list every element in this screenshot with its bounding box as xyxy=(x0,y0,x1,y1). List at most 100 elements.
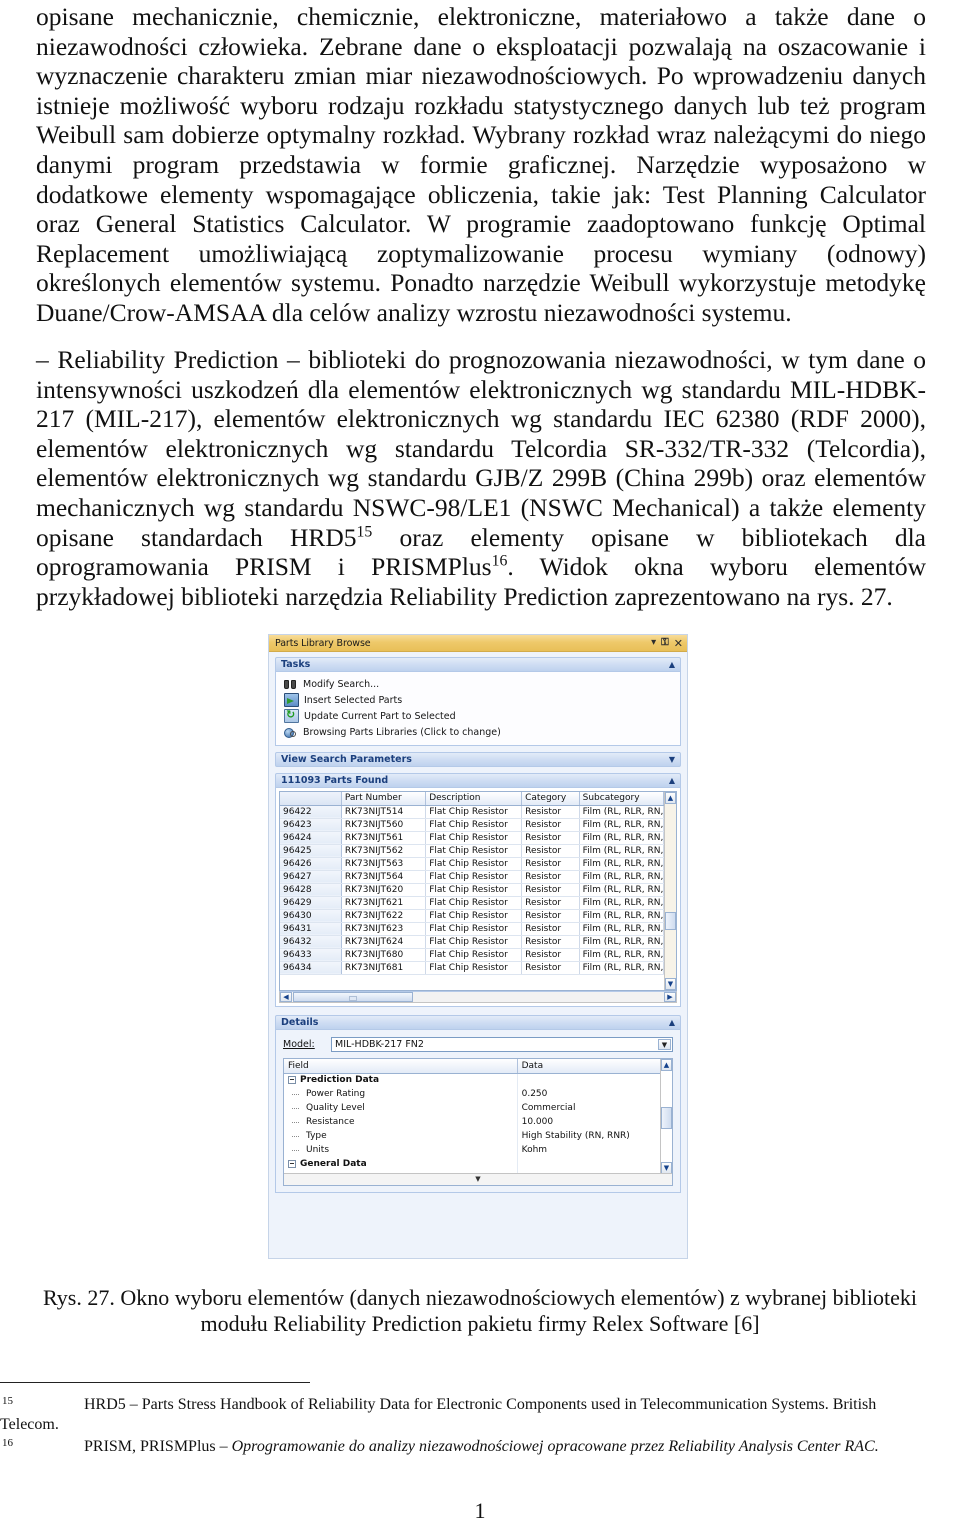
details-field-grid[interactable]: Field Data Prediction Data Power Rating 0.… xyxy=(283,1058,673,1186)
field-data-cell: 0.250 xyxy=(521,1089,548,1099)
table-cell: Flat Chip Resistor xyxy=(425,857,523,871)
table-cell: 96429 xyxy=(280,896,342,910)
tree-leaf-row[interactable]: Resistance 10.000 xyxy=(284,1115,660,1129)
col-header-category[interactable]: Category xyxy=(521,792,580,806)
table-row[interactable]: 96431 RK73NIJT623 Flat Chip Resistor Resist… xyxy=(280,922,664,936)
field-data-cell: High Stability (RN, RNR) xyxy=(521,1131,630,1141)
table-cell: Film (RL, RLR, RN, R... xyxy=(579,961,664,975)
scrollbar-thumb[interactable] xyxy=(293,992,413,1002)
chevron-right-icon[interactable]: ▶ xyxy=(664,992,676,1002)
model-select[interactable]: MIL-HDBK-217 FN2 ▼ xyxy=(331,1037,673,1052)
col-header-data[interactable]: Data xyxy=(517,1059,660,1074)
col-header-subcategory[interactable]: Subcategory xyxy=(579,792,664,806)
table-row[interactable]: 96427 RK73NIJT564 Flat Chip Resistor Resist… xyxy=(280,870,664,884)
table-cell: 96430 xyxy=(280,909,342,923)
field-data-cell xyxy=(517,1157,660,1171)
col-header-field[interactable]: Field xyxy=(284,1059,518,1074)
field-name-cell: Prediction Data xyxy=(284,1073,518,1087)
footnote-16: 16 PRISM, PRISMPlus – Oprogramowanie do … xyxy=(0,1437,950,1457)
table-row[interactable]: 96430 RK73NIJT622 Flat Chip Resistor Resist… xyxy=(280,909,664,923)
table-cell: Flat Chip Resistor xyxy=(425,844,523,858)
parts-grid-horizontal-scrollbar[interactable]: ◀ ▶ xyxy=(279,991,677,1003)
parts-found-label: 111093 Parts Found xyxy=(281,775,389,786)
chevron-down-icon[interactable]: ▾ xyxy=(651,638,656,648)
footnote-number: 16 xyxy=(2,1437,13,1449)
table-cell: Resistor xyxy=(521,818,580,832)
table-cell: 96427 xyxy=(280,870,342,884)
collapse-expander-icon[interactable] xyxy=(288,1075,296,1084)
table-cell: RK73NIJT681 xyxy=(341,961,427,975)
task-label: Insert Selected Parts xyxy=(304,694,403,706)
tasks-section-body: Modify Search... Insert Selected Parts U… xyxy=(275,672,681,746)
table-row[interactable]: 96428 RK73NIJT620 Flat Chip Resistor Resist… xyxy=(280,883,664,897)
tree-group-row[interactable]: General Data xyxy=(284,1157,660,1171)
table-cell: 96432 xyxy=(280,935,342,949)
task-browsing-parts-libraries[interactable]: Browsing Parts Libraries (Click to chang… xyxy=(284,724,678,740)
tree-leaf-row[interactable]: Power Rating 0.250 xyxy=(284,1087,660,1101)
close-icon[interactable]: ✕ xyxy=(674,638,683,649)
table-cell: Flat Chip Resistor xyxy=(425,883,523,897)
page-number: 1 xyxy=(474,1498,486,1523)
chevron-up-icon[interactable]: ▲ xyxy=(669,776,675,785)
details-vertical-scrollbar[interactable]: ▲ ▼ xyxy=(660,1059,672,1174)
task-update-current-part[interactable]: Update Current Part to Selected xyxy=(284,708,678,724)
chevron-up-icon[interactable]: ▲ xyxy=(661,1059,672,1071)
table-row[interactable]: 96434 RK73NIJT681 Flat Chip Resistor Resist… xyxy=(280,961,664,975)
col-header-index[interactable] xyxy=(280,792,342,806)
field-name-cell: General Data xyxy=(284,1157,518,1171)
chevron-up-icon[interactable]: ▲ xyxy=(669,1018,675,1027)
table-cell: Resistor xyxy=(521,909,580,923)
pin-icon[interactable]: ⚿ xyxy=(661,638,669,648)
table-row[interactable]: 96423 RK73NIJT560 Flat Chip Resistor Resist… xyxy=(280,818,664,832)
paragraph-2-segment-1: – Reliability Prediction – biblioteki do… xyxy=(36,345,926,552)
table-cell: Resistor xyxy=(521,857,580,871)
model-row: Model: MIL-HDBK-217 FN2 ▼ xyxy=(283,1037,673,1052)
parts-grid-vertical-scrollbar[interactable]: ▲ ▼ xyxy=(664,792,676,990)
model-label: Model: xyxy=(283,1039,331,1050)
chevron-left-icon[interactable]: ◀ xyxy=(280,992,292,1002)
collapse-expander-icon[interactable] xyxy=(288,1159,296,1168)
footnote-text: HRD5 – Parts Stress Handbook of Reliabil… xyxy=(84,1396,877,1413)
details-table: Field Data Prediction Data Power Rating 0.… xyxy=(284,1059,660,1174)
table-row[interactable]: 96426 RK73NIJT563 Flat Chip Resistor Resist… xyxy=(280,857,664,871)
chevron-down-icon[interactable]: ▼ xyxy=(658,1039,671,1050)
table-cell: RK73NIJT563 xyxy=(341,857,427,871)
chevron-up-icon[interactable]: ▲ xyxy=(669,660,675,669)
scrollbar-thumb[interactable] xyxy=(661,1107,672,1129)
table-row[interactable]: 96425 RK73NIJT562 Flat Chip Resistor Resist… xyxy=(280,844,664,858)
table-row[interactable]: 96429 RK73NIJT621 Flat Chip Resistor Resist… xyxy=(280,896,664,910)
scrollbar-thumb[interactable] xyxy=(665,912,676,930)
task-insert-selected-parts[interactable]: Insert Selected Parts xyxy=(284,692,678,708)
footnote-marker-16: 16 xyxy=(491,552,508,570)
table-row[interactable]: 96433 RK73NIJT680 Flat Chip Resistor Resist… xyxy=(280,948,664,962)
footnote-15: 15 HRD5 – Parts Stress Handbook of Relia… xyxy=(0,1395,950,1433)
col-header-description[interactable]: Description xyxy=(425,792,523,806)
tasks-section-header[interactable]: Tasks ▲ xyxy=(275,657,681,672)
field-name-cell: Power Rating xyxy=(284,1087,518,1101)
details-header-label: Details xyxy=(281,1017,319,1028)
table-row[interactable]: 96432 RK73NIJT624 Flat Chip Resistor Resist… xyxy=(280,935,664,949)
table-cell: 96428 xyxy=(280,883,342,897)
details-section-body: Model: MIL-HDBK-217 FN2 ▼ Field Data Pre… xyxy=(275,1030,681,1193)
parts-grid[interactable]: Part Number Description Category Subcate… xyxy=(279,791,677,991)
details-section-header[interactable]: Details ▲ xyxy=(275,1015,681,1030)
table-cell: 96423 xyxy=(280,818,342,832)
task-modify-search[interactable]: Modify Search... xyxy=(284,676,678,692)
chevron-down-icon[interactable]: ▼ xyxy=(665,978,676,990)
details-bottom-scroll[interactable]: ▼ xyxy=(284,1173,672,1185)
chevron-down-icon[interactable]: ▼ xyxy=(669,755,675,764)
parts-table-header-row: Part Number Description Category Subcate… xyxy=(280,792,664,806)
tree-group-row[interactable]: Prediction Data xyxy=(284,1073,660,1087)
tree-leaf-row[interactable]: Type High Stability (RN, RNR) xyxy=(284,1129,660,1143)
view-search-parameters-header[interactable]: View Search Parameters ▼ xyxy=(275,752,681,767)
table-row[interactable]: 96422 RK73NIJT514 Flat Chip Resistor Resist… xyxy=(280,805,664,819)
table-row[interactable]: 96424 RK73NIJT561 Flat Chip Resistor Resist… xyxy=(280,831,664,845)
table-cell: RK73NIJT621 xyxy=(341,896,427,910)
table-cell: Film (RL, RLR, RN, R... xyxy=(579,818,664,832)
chevron-up-icon[interactable]: ▲ xyxy=(665,792,676,804)
parts-found-header[interactable]: 111093 Parts Found ▲ xyxy=(275,773,681,788)
tree-leaf-row[interactable]: Quality Level Commercial xyxy=(284,1101,660,1115)
tree-leaf-row[interactable]: Units Kohm xyxy=(284,1143,660,1157)
footnote-text-italic: Oprogramowanie do analizy niezawodnościo… xyxy=(231,1438,879,1455)
col-header-part-number[interactable]: Part Number xyxy=(341,792,427,806)
